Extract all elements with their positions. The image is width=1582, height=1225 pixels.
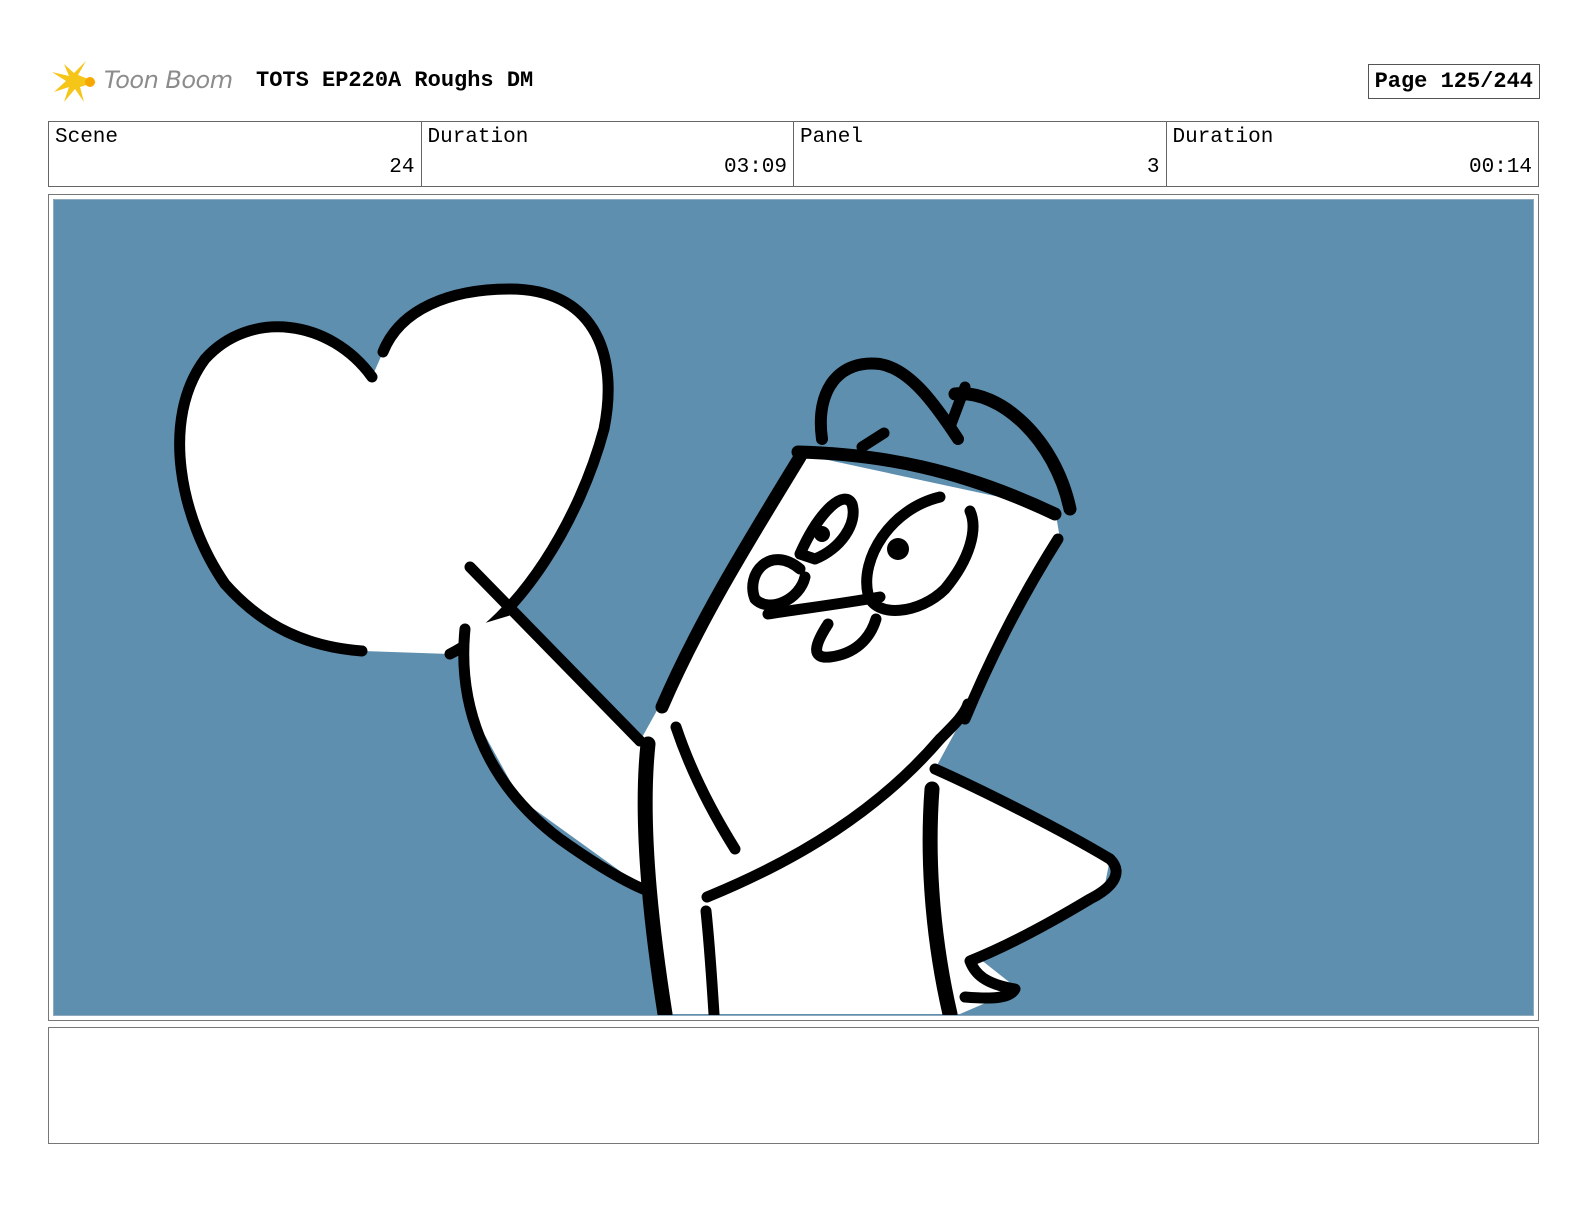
document-title: TOTS EP220A Roughs DM (256, 68, 534, 93)
character-sketch (174, 283, 1122, 1015)
burst-star-icon (52, 61, 96, 102)
panel-drawing-area (53, 199, 1534, 1016)
scene-duration-cell: Duration 03:09 (422, 122, 794, 186)
scene-cell: Scene 24 (49, 122, 422, 186)
scene-label: Scene (55, 126, 119, 149)
panel-notes-box[interactable] (48, 1027, 1539, 1144)
storyboard-panel (48, 194, 1539, 1021)
storyboard-header: Toon Boom TOTS EP220A Roughs DM Page 125… (50, 56, 1540, 108)
scene-info-table: Scene 24 Duration 03:09 Panel 3 Duration… (48, 121, 1539, 187)
scene-duration-value: 03:09 (723, 156, 787, 179)
panel-value: 3 (1146, 156, 1160, 179)
panel-duration-value: 00:14 (1468, 156, 1532, 179)
panel-duration-label: Duration (1172, 126, 1274, 149)
scene-value: 24 (389, 156, 415, 179)
panel-cell: Panel 3 (794, 122, 1167, 186)
page-number: Page 125/244 (1367, 64, 1540, 99)
panel-duration-cell: Duration 00:14 (1167, 122, 1539, 186)
logo-text: Toon Boom (104, 66, 233, 94)
panel-label: Panel (800, 126, 864, 149)
scene-duration-label: Duration (427, 126, 529, 149)
toon-boom-logo: Toon Boom (50, 58, 240, 106)
